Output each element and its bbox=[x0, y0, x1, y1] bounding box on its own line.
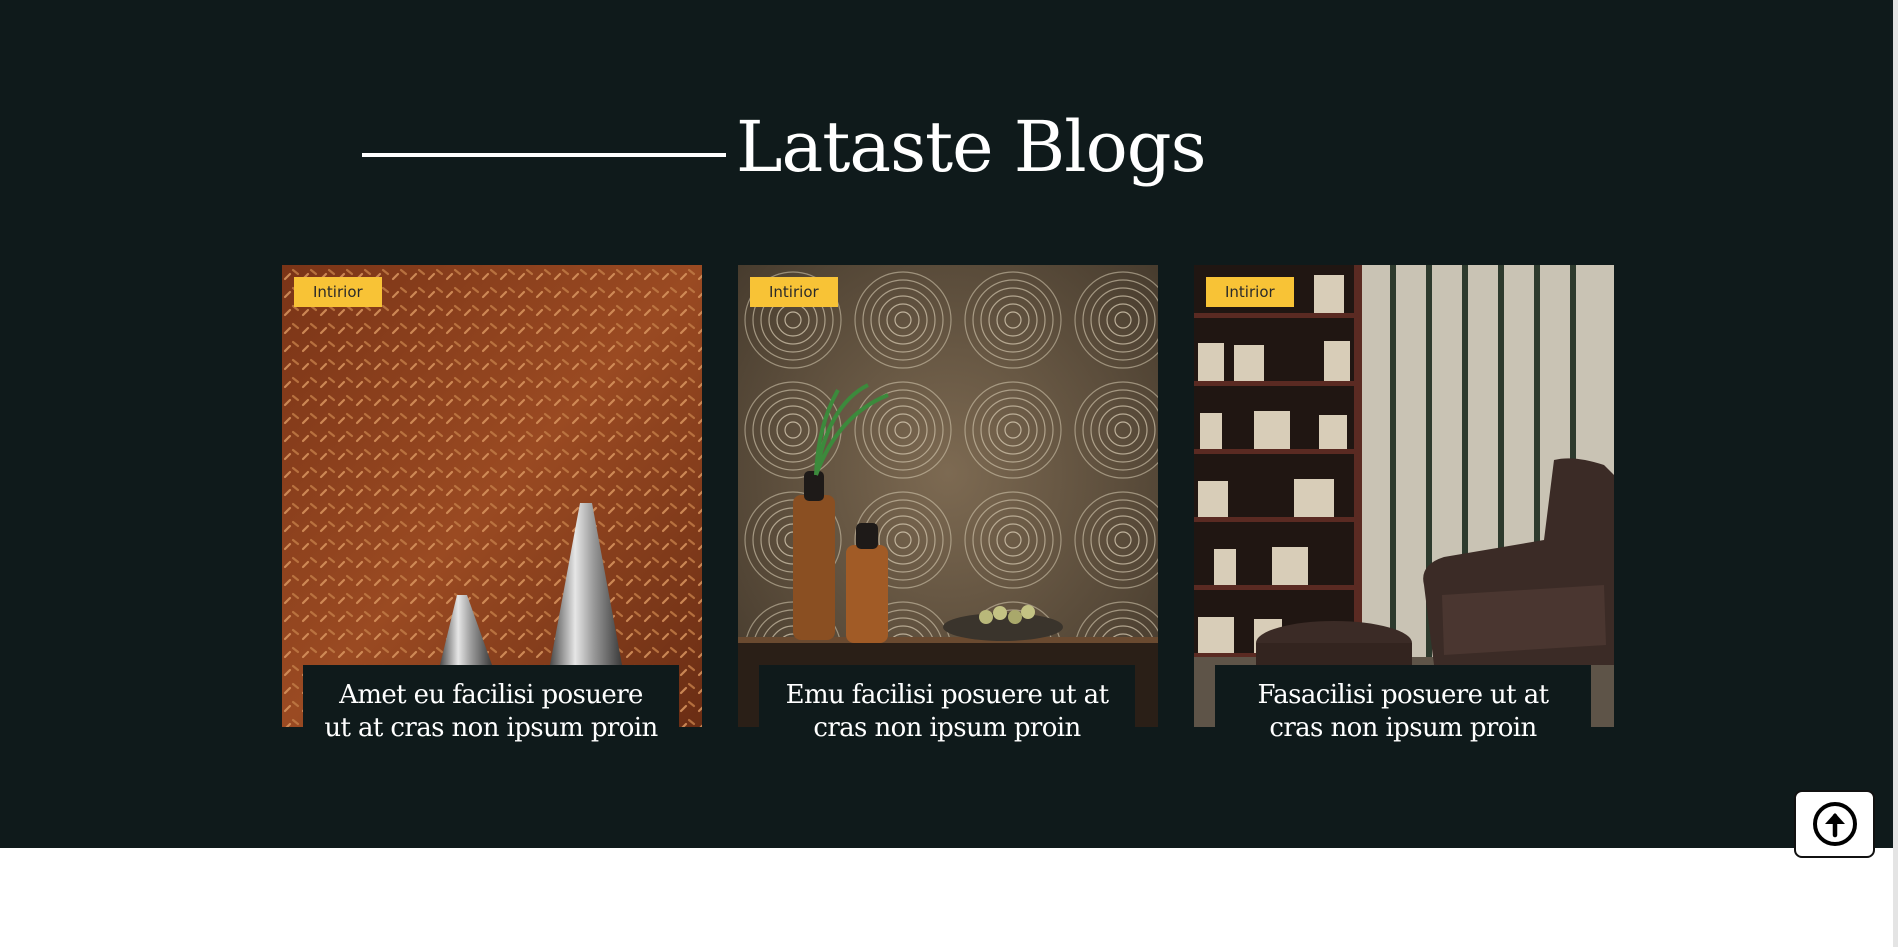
scrollbar-track[interactable] bbox=[1893, 0, 1898, 947]
blog-card-title-line[interactable]: ut at cras non ipsum proin bbox=[303, 712, 679, 745]
blog-card-title-line[interactable]: cras non ipsum proin bbox=[759, 712, 1135, 745]
blog-card-title-line[interactable]: Amet eu facilisi posuere bbox=[303, 679, 679, 712]
blog-card-title-line[interactable]: Fasacilisi posuere ut at bbox=[1215, 679, 1591, 712]
blog-card-title-line[interactable]: cras non ipsum proin bbox=[1215, 712, 1591, 745]
scroll-to-top-button[interactable] bbox=[1794, 790, 1875, 858]
section-heading: Lataste Blogs bbox=[736, 106, 1207, 188]
arrow-up-circle-icon bbox=[1812, 802, 1857, 846]
blog-card-image[interactable] bbox=[738, 265, 1158, 727]
blog-card[interactable]: Intirior Amet eu facilisi posuere ut at … bbox=[282, 265, 702, 751]
category-tag[interactable]: Intirior bbox=[1206, 277, 1294, 307]
blog-card[interactable]: Intirior Fasacilisi posuere ut at cras n… bbox=[1194, 265, 1614, 751]
category-tag[interactable]: Intirior bbox=[294, 277, 382, 307]
category-tag[interactable]: Intirior bbox=[750, 277, 838, 307]
blog-card-title[interactable]: Fasacilisi posuere ut at cras non ipsum … bbox=[1215, 665, 1591, 751]
blog-card-title[interactable]: Amet eu facilisi posuere ut at cras non … bbox=[303, 665, 679, 751]
heading-divider-line bbox=[362, 153, 726, 157]
blog-card[interactable]: Intirior Emu facilisi posuere ut at cras… bbox=[738, 265, 1158, 751]
blog-card-image[interactable] bbox=[1194, 265, 1614, 727]
latest-blogs-section: Lataste Blogs Intirior Amet eu facilisi … bbox=[0, 0, 1898, 848]
blog-card-image[interactable] bbox=[282, 265, 702, 727]
blog-card-title[interactable]: Emu facilisi posuere ut at cras non ipsu… bbox=[759, 665, 1135, 751]
blog-card-title-line[interactable]: Emu facilisi posuere ut at bbox=[759, 679, 1135, 712]
